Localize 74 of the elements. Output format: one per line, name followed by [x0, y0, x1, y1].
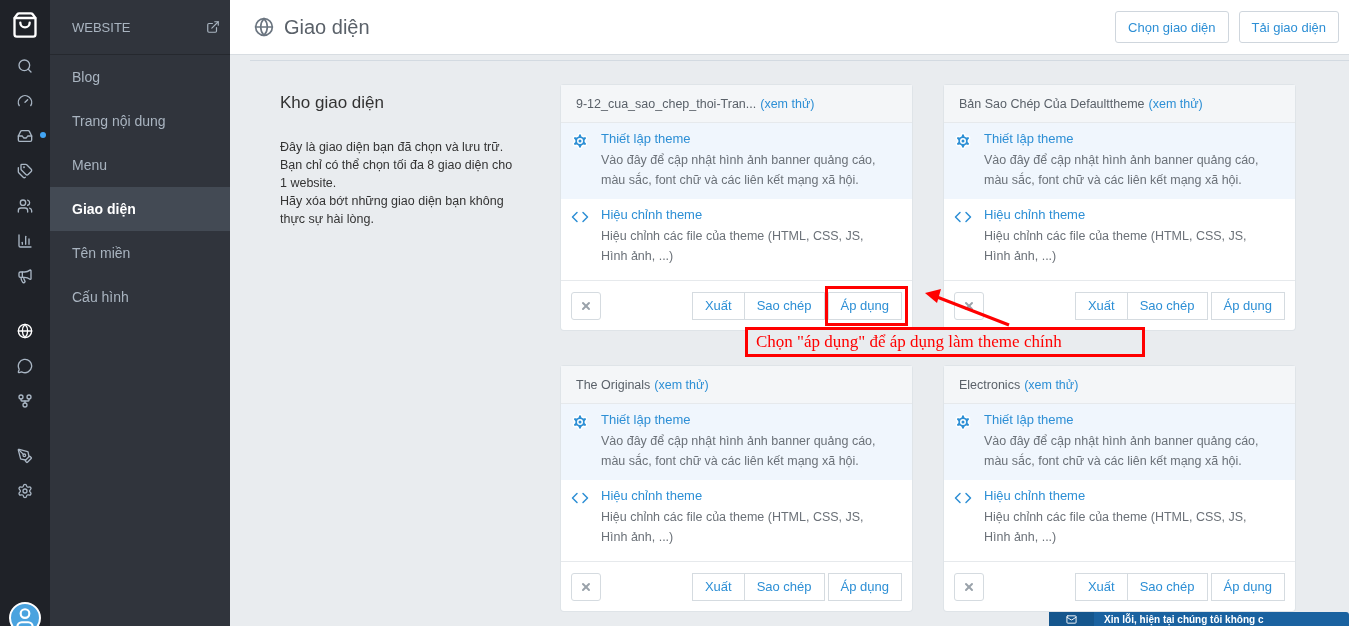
action-button[interactable]: Áp dụng	[827, 572, 902, 601]
fork-icon	[17, 392, 33, 409]
close-icon	[963, 580, 975, 593]
section-description: Đây là giao diện bạn đã chọn và lưu trữ. Bạn chỉ có thể chọn tối đa 8 giao diện cho 1 website. Hãy xóa bớt những giao diện bạn không thực sự hài lòng.	[280, 139, 514, 228]
close-icon	[963, 299, 975, 312]
action-button[interactable]: Áp dụng	[1210, 291, 1285, 320]
nav-item[interactable]: Giao diện	[50, 187, 230, 231]
action-button[interactable]: Sao chép	[1126, 572, 1208, 601]
header-button[interactable]: Chọn giao diện	[1115, 11, 1229, 43]
option-link[interactable]: Hiệu chỉnh theme	[601, 207, 902, 222]
preview-link[interactable]: (xem thử)	[760, 96, 815, 111]
action-button[interactable]: Áp dụng	[1210, 572, 1285, 601]
option-link[interactable]: Thiết lập theme	[601, 412, 902, 427]
option-description: Vào đây để cập nhật hình ảnh banner quảng cáo, màu sắc, font chữ và các liên kết mạng xã hội.	[984, 433, 1260, 470]
option-link[interactable]: Thiết lập theme	[984, 131, 1285, 146]
theme-name: Bản Sao Chép Của Defaulttheme	[959, 96, 1145, 111]
search-icon	[17, 57, 33, 74]
theme-name: 9-12_cua_sao_chep_thoi-Tran...	[576, 96, 757, 111]
option-link[interactable]: Thiết lập theme	[984, 412, 1285, 427]
nav-item[interactable]: Cấu hình	[50, 275, 230, 319]
chat-bar[interactable]: Xin lỗi, hiện tại chúng tôi không c	[1049, 612, 1349, 626]
action-button[interactable]: Xuất	[691, 572, 745, 601]
inbox-icon	[17, 127, 33, 144]
action-button[interactable]: Sao chép	[743, 291, 825, 320]
action-button[interactable]: Xuất	[1074, 572, 1128, 601]
action-button[interactable]: Áp dụng	[827, 291, 902, 320]
settings-icon	[17, 482, 33, 499]
option-description: Vào đây để cập nhật hình ảnh banner quảng cáo, màu sắc, font chữ và các liên kết mạng xã hội.	[601, 433, 877, 470]
nav-item[interactable]: Menu	[50, 143, 230, 187]
external-link-icon[interactable]	[206, 20, 220, 34]
action-button[interactable]: Sao chép	[1126, 291, 1208, 320]
preview-link[interactable]: (xem thử)	[654, 377, 709, 392]
megaphone-icon	[17, 267, 33, 284]
page-title: Giao diện	[284, 15, 371, 39]
globe-icon	[254, 17, 274, 37]
option-description: Vào đây để cập nhật hình ảnh banner quảng cáo, màu sắc, font chữ và các liên kết mạng xã hội.	[601, 152, 877, 189]
nav-title: WEBSITE	[72, 19, 131, 35]
settings-icon	[954, 413, 972, 431]
option-description: Vào đây để cập nhật hình ảnh banner quảng cáo, màu sắc, font chữ và các liên kết mạng xã hội.	[984, 152, 1260, 189]
theme-name: Electronics	[959, 377, 1021, 392]
nav-item[interactable]: Trang nội dung	[50, 99, 230, 143]
header-button[interactable]: Tải giao diện	[1238, 11, 1339, 43]
settings-icon	[571, 413, 589, 431]
option-description: Hiệu chỉnh các file của theme (HTML, CSS, JS, Hình ảnh, ...)	[984, 509, 1248, 546]
mail-icon	[1066, 613, 1077, 625]
close-icon	[580, 580, 592, 593]
action-button[interactable]: Xuất	[1074, 291, 1128, 320]
option-link[interactable]: Thiết lập theme	[601, 131, 902, 146]
tags-icon	[17, 162, 33, 179]
chat-text: Xin lỗi, hiện tại chúng tôi không c	[1104, 613, 1264, 625]
option-link[interactable]: Hiệu chỉnh theme	[601, 488, 902, 503]
theme-name: The Originals	[576, 377, 651, 392]
globe-icon	[17, 322, 33, 339]
option-link[interactable]: Hiệu chỉnh theme	[984, 207, 1285, 222]
preview-link[interactable]: (xem thử)	[1148, 96, 1203, 111]
nav-item[interactable]: Blog	[50, 55, 230, 99]
chat-icon	[17, 357, 33, 374]
avatar-icon[interactable]	[9, 602, 41, 626]
option-description: Hiệu chỉnh các file của theme (HTML, CSS, JS, Hình ảnh, ...)	[601, 509, 865, 546]
option-link[interactable]: Hiệu chỉnh theme	[984, 488, 1285, 503]
users-icon	[17, 197, 33, 214]
option-description: Hiệu chỉnh các file của theme (HTML, CSS, JS, Hình ảnh, ...)	[601, 228, 865, 265]
action-button[interactable]: Xuất	[691, 291, 745, 320]
option-description: Hiệu chỉnh các file của theme (HTML, CSS, JS, Hình ảnh, ...)	[984, 228, 1248, 265]
preview-link[interactable]: (xem thử)	[1024, 377, 1079, 392]
action-button[interactable]: Sao chép	[743, 572, 825, 601]
dashboard-icon	[17, 92, 33, 109]
section-title: Kho giao diện	[280, 93, 385, 113]
close-icon	[580, 299, 592, 312]
settings-icon	[954, 132, 972, 150]
settings-icon	[571, 132, 589, 150]
annotation-text: Chọn "áp dụng" để áp dụng làm theme chính	[745, 327, 1145, 357]
chart-icon	[17, 232, 33, 249]
nav-item[interactable]: Tên miền	[50, 231, 230, 275]
